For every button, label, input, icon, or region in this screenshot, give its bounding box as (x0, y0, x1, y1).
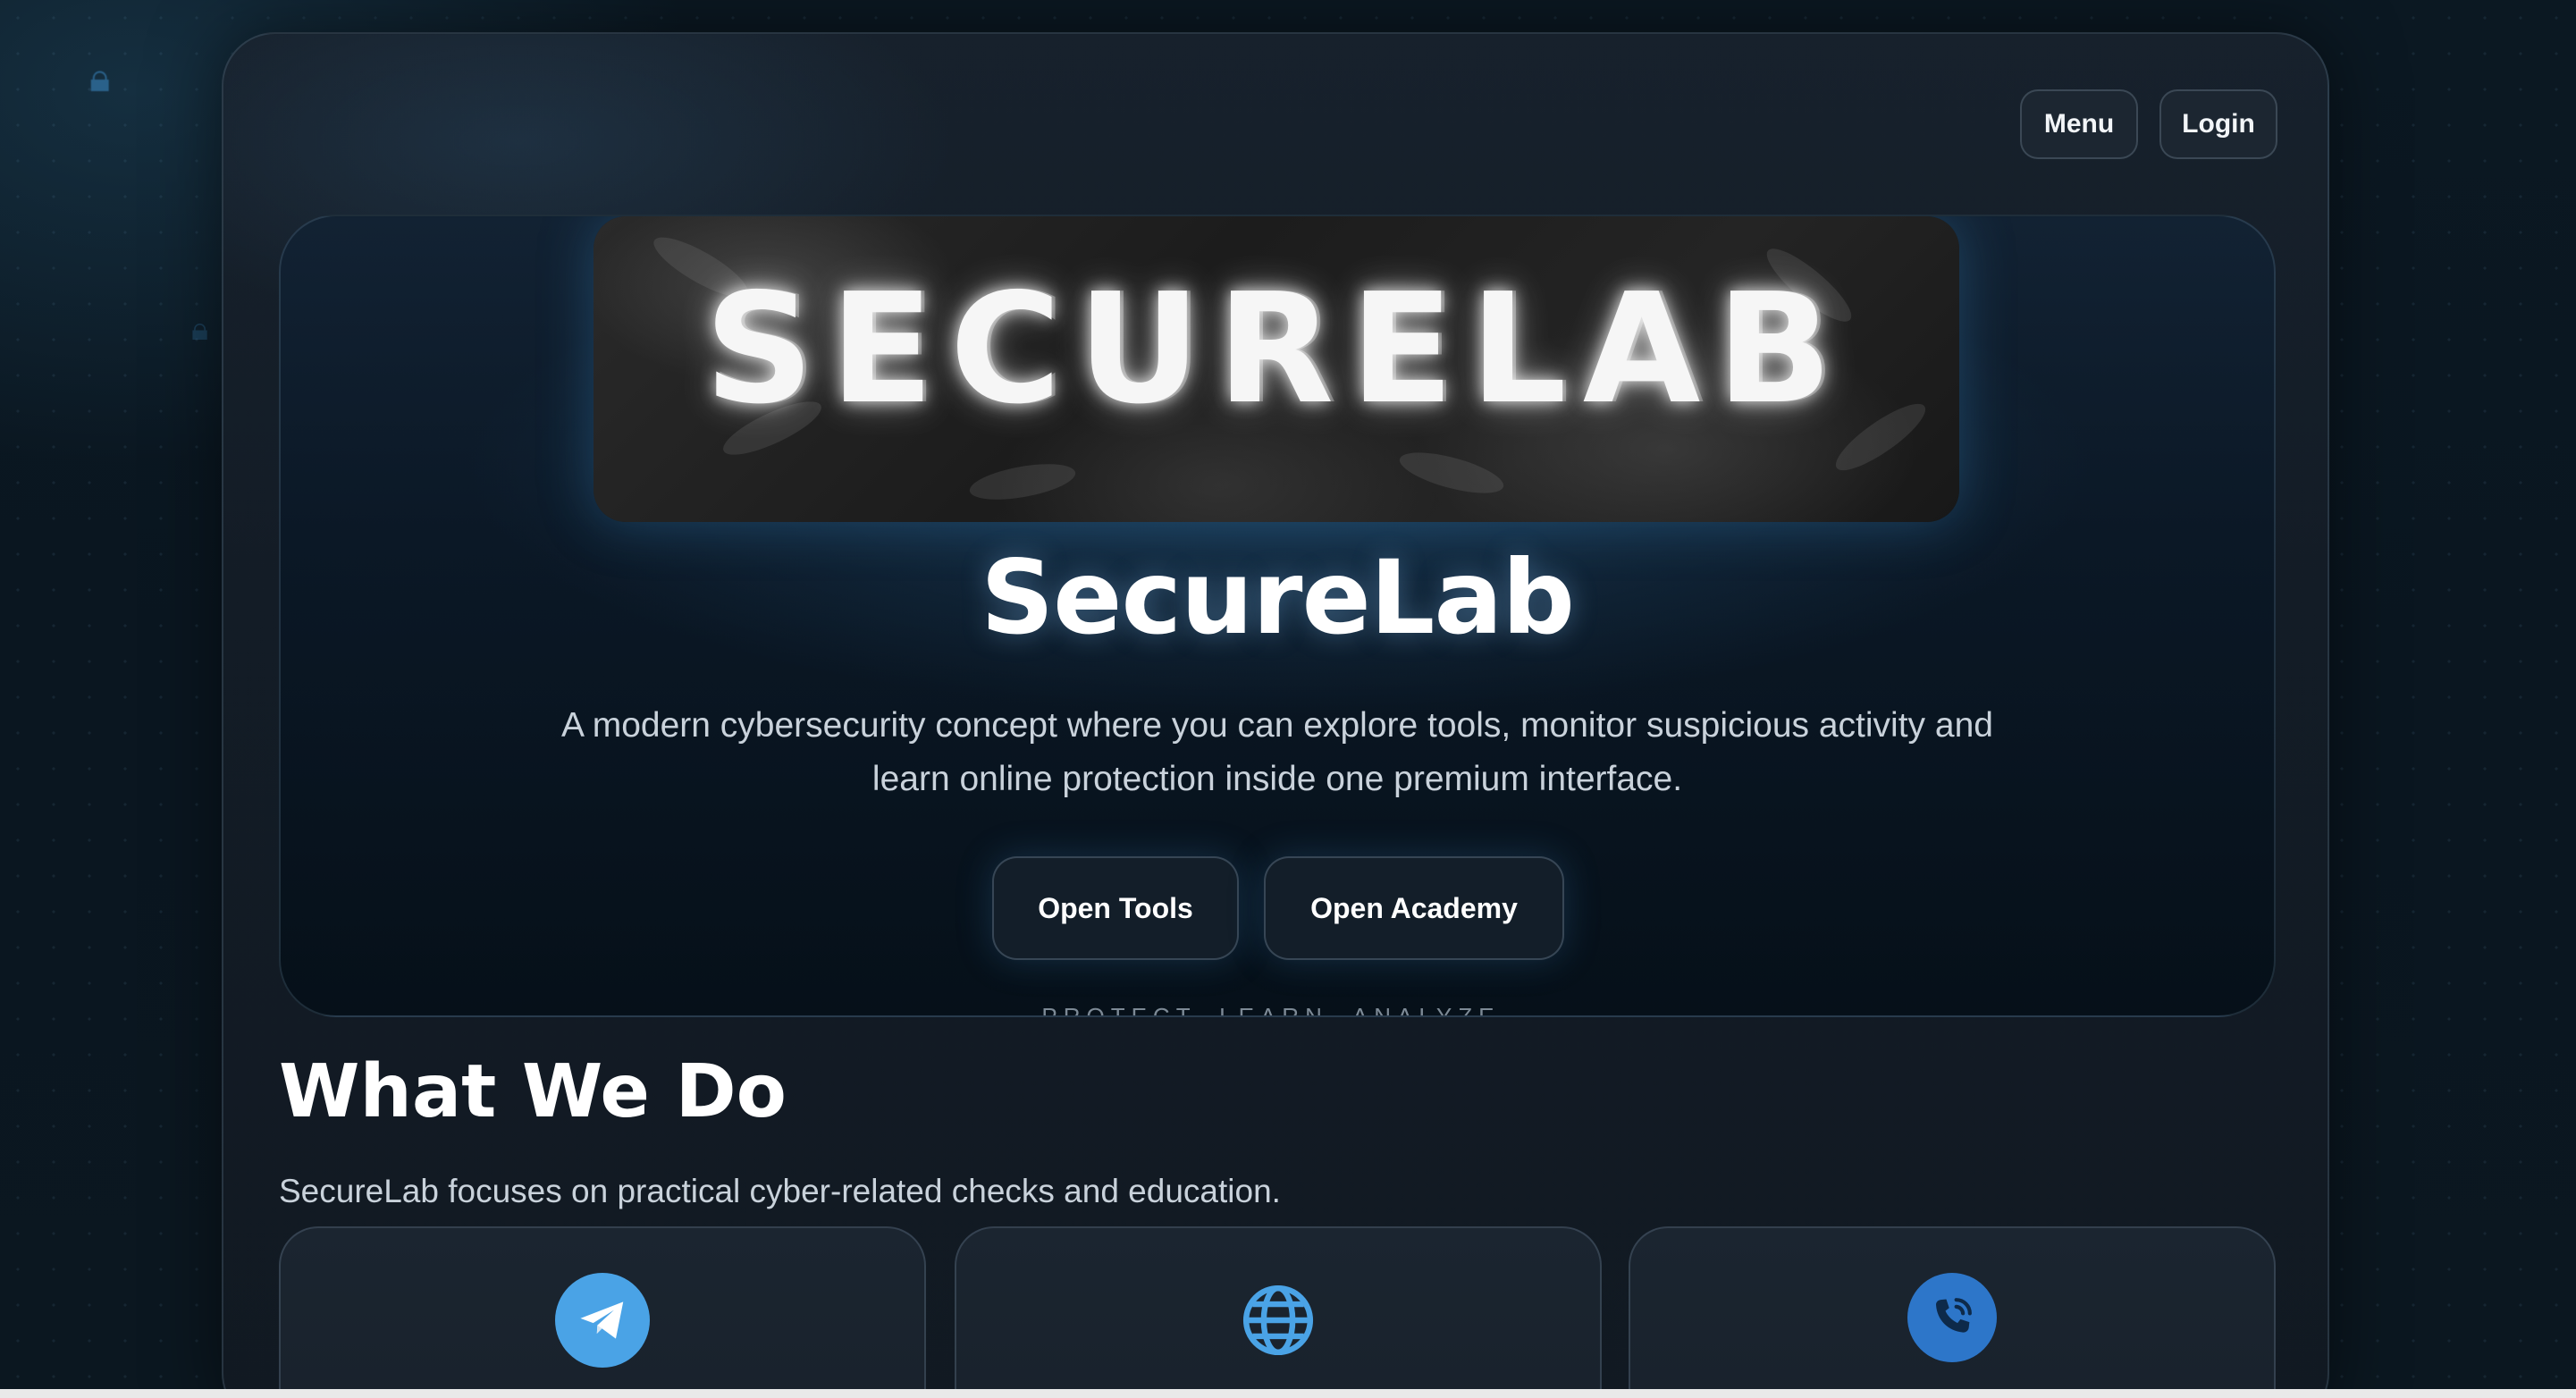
page-title: SecureLab (981, 538, 1575, 657)
hero-description: A modern cybersecurity concept where you… (561, 706, 1993, 798)
open-academy-button[interactable]: Open Academy (1264, 856, 1564, 960)
service-card-telegram[interactable] (279, 1226, 926, 1398)
bottom-strip (0, 1389, 2576, 1398)
globe-icon (1231, 1273, 1326, 1368)
telegram-icon (555, 1273, 650, 1368)
phone-icon (1907, 1273, 1997, 1362)
service-card-phone[interactable] (1629, 1226, 2276, 1398)
main-panel: Menu Login SECURELAB SecureLab A modern … (222, 32, 2329, 1398)
hero-banner: SECURELAB (593, 216, 1959, 522)
hero-tagline: PROTECT. LEARN. ANALYZE. (1041, 1003, 1513, 1017)
lock-icon: 🔒︎ (89, 55, 111, 101)
service-card-web[interactable] (955, 1226, 1602, 1398)
lock-icon: 🔒︎ (191, 311, 209, 348)
banner-logo-text: SECURELAB (704, 261, 1848, 438)
hero-section: SECURELAB SecureLab A modern cybersecuri… (279, 215, 2276, 1017)
section-title: What We Do (279, 1049, 787, 1134)
menu-button[interactable]: Menu (2020, 89, 2138, 159)
open-tools-button[interactable]: Open Tools (992, 856, 1239, 960)
login-button[interactable]: Login (2159, 89, 2277, 159)
section-description: SecureLab focuses on practical cyber-rel… (279, 1173, 1281, 1209)
